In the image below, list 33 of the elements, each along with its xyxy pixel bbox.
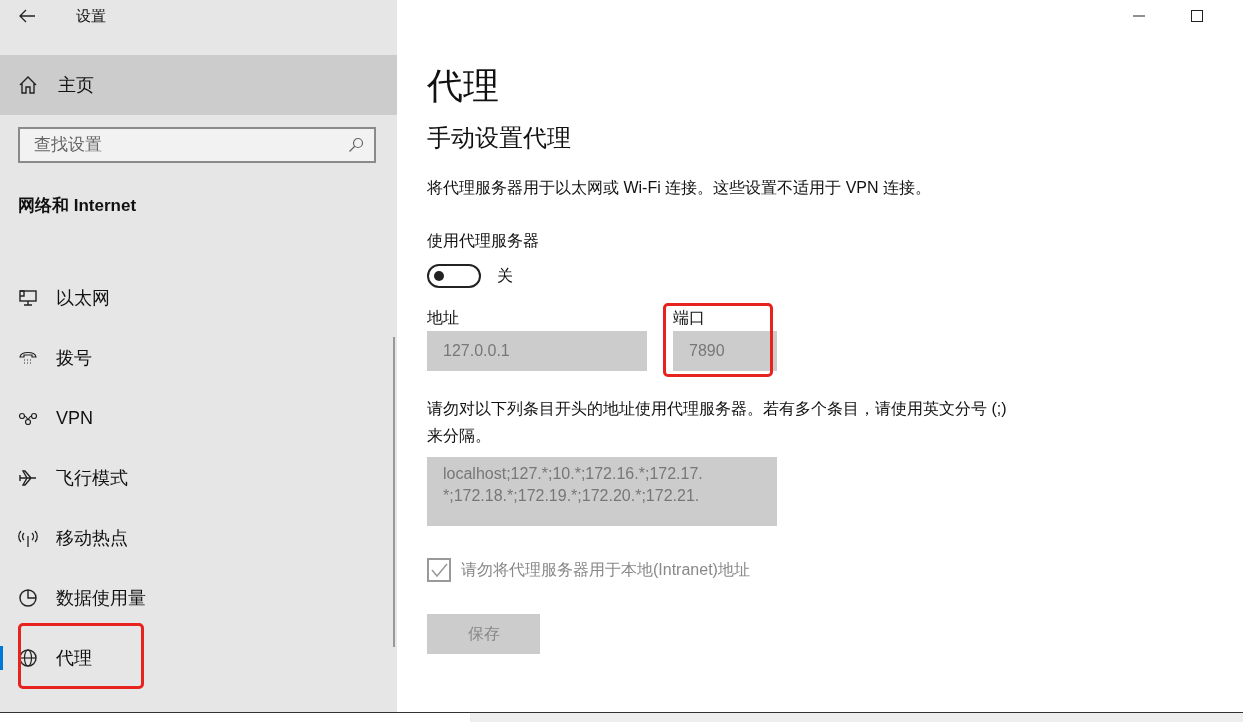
- sidebar-item[interactable]: 飞行模式: [0, 448, 397, 508]
- maximize-icon[interactable]: [1191, 10, 1203, 22]
- page-title: 代理: [427, 64, 500, 108]
- sidebar-item[interactable]: 以太网: [0, 268, 397, 328]
- antenna-icon: [18, 528, 38, 548]
- sidebar-item[interactable]: 拨号: [0, 328, 397, 388]
- exceptions-line: localhost;127.*;10.*;172.16.*;172.17.: [443, 464, 704, 484]
- home-icon: [18, 75, 38, 95]
- section-heading: 网络和 Internet: [17, 195, 138, 217]
- window-title: 设置: [76, 6, 106, 26]
- sidebar-item[interactable]: VPN: [0, 388, 397, 448]
- globe-icon: [18, 648, 38, 668]
- airplane-icon: [18, 468, 38, 488]
- sidebar-item[interactable]: 代理: [0, 628, 397, 688]
- sidebar-item[interactable]: 移动热点: [0, 508, 397, 568]
- toggle-state: 关: [497, 265, 513, 286]
- search-icon: [348, 137, 364, 153]
- checkbox-label: 请勿将代理服务器用于本地(Intranet)地址: [461, 559, 750, 580]
- back-arrow-icon[interactable]: [18, 9, 36, 23]
- field-label: 端口: [673, 308, 706, 328]
- field-label: 地址: [427, 308, 460, 328]
- exceptions-description: 请勿对以下列条目开头的地址使用代理服务器。若有多个条目，请使用英文分号 (;) 来分隔。: [427, 399, 1007, 446]
- description-text: 将代理服务器用于以太网或 Wi-Fi 连接。这些设置不适用于 VPN 连接。: [427, 178, 932, 198]
- toggle-switch[interactable]: [427, 264, 481, 288]
- home-nav-item[interactable]: 主页: [0, 55, 397, 115]
- pie-chart-icon: [18, 588, 38, 608]
- scrollbar[interactable]: [393, 337, 395, 647]
- sidebar-item[interactable]: 数据使用量: [0, 568, 397, 628]
- toggle-label: 使用代理服务器: [427, 231, 540, 251]
- section-title: 手动设置代理: [427, 123, 572, 153]
- search-field[interactable]: 查找设置: [18, 127, 376, 163]
- exceptions-line: *;172.18.*;172.19.*;172.20.*;172.21.: [443, 486, 701, 506]
- monitor-icon: [18, 288, 38, 308]
